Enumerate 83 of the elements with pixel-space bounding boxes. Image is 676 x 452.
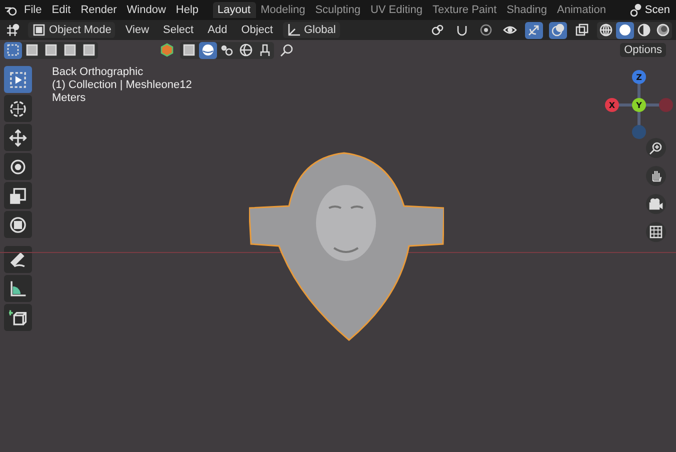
camera-button[interactable] <box>646 194 666 214</box>
gizmo-arrow-icon <box>527 23 541 37</box>
axes-icon <box>286 23 301 37</box>
shading-button[interactable] <box>616 22 634 38</box>
axis-gizmo[interactable]: Z X Y <box>602 68 676 142</box>
menu-item[interactable]: Help <box>172 4 203 16</box>
workspace-tab[interactable]: Animation <box>552 2 611 18</box>
tool-button[interactable] <box>4 182 32 209</box>
header-toggle[interactable] <box>573 22 591 38</box>
square-icon <box>182 43 196 57</box>
scale-icon <box>9 186 27 204</box>
selection-square-icon <box>25 43 39 57</box>
options-dropdown[interactable]: Options <box>620 43 666 57</box>
selection-square-icon <box>63 43 77 57</box>
wireframe-sphere-icon <box>599 23 613 37</box>
filter-button[interactable] <box>237 42 255 58</box>
selection-square-icon <box>82 43 96 57</box>
workspace-tab[interactable]: Shading <box>502 2 552 18</box>
magnet-icon <box>455 23 469 37</box>
color-hexagon-icon <box>160 43 174 57</box>
header-menu[interactable]: Object <box>237 23 277 37</box>
xray-squares-icon <box>575 23 589 37</box>
tool-button[interactable] <box>4 275 32 302</box>
header-toggle[interactable] <box>525 22 543 38</box>
solid-sphere-icon <box>618 23 632 37</box>
globe-icon <box>239 43 253 57</box>
scene-label[interactable]: Scen <box>644 4 670 16</box>
pan-button[interactable] <box>646 166 666 186</box>
grid-icon <box>649 225 663 239</box>
search-icon <box>280 43 294 57</box>
add-cube-icon <box>9 308 27 326</box>
viewport-info-text: (1) Collection | Meshleone12 <box>52 79 192 91</box>
zoom-button[interactable] <box>646 138 666 158</box>
grid-button[interactable] <box>646 222 666 242</box>
selection-mode-button[interactable] <box>4 42 22 58</box>
tool-button[interactable] <box>4 246 32 273</box>
tool-button[interactable] <box>4 304 32 331</box>
shading-button[interactable] <box>654 22 672 38</box>
viewport-info-text: Meters <box>52 92 86 104</box>
header-menu[interactable]: Select <box>159 23 198 37</box>
object-square-icon <box>32 23 46 37</box>
header-menu[interactable]: Add <box>204 23 232 37</box>
material-sphere-icon <box>637 23 651 37</box>
rendered-sphere-icon <box>656 23 670 37</box>
camera-icon <box>649 197 663 211</box>
menu-item[interactable]: File <box>20 4 46 16</box>
half-sphere-icon <box>201 43 215 57</box>
pencil-icon <box>9 250 27 268</box>
editor-type-icon <box>4 23 22 37</box>
workspace-tab[interactable]: UV Editing <box>365 2 428 18</box>
mode-dropdown[interactable]: Object Mode <box>28 22 116 38</box>
shading-button[interactable] <box>597 22 615 38</box>
dots-icon <box>220 43 234 57</box>
header-menu[interactable]: View <box>121 23 154 37</box>
selection-square-icon <box>6 43 20 57</box>
workspace-tab[interactable]: Layout <box>212 2 256 18</box>
workspace-tab[interactable]: Sculpting <box>310 2 366 18</box>
tool-button[interactable] <box>4 66 32 93</box>
link-rings-icon <box>431 23 445 37</box>
zoom-icon <box>649 141 663 155</box>
filter-button[interactable] <box>199 42 217 58</box>
tool-button[interactable] <box>4 211 32 238</box>
selection-square-icon <box>44 43 58 57</box>
tool-button[interactable] <box>4 95 32 122</box>
header-toggle[interactable] <box>549 22 567 38</box>
menu-item[interactable]: Window <box>122 4 170 16</box>
shading-button[interactable] <box>635 22 653 38</box>
tool-button[interactable] <box>4 124 32 151</box>
overlay-circles-icon <box>551 23 565 37</box>
menu-item[interactable]: Render <box>76 4 121 16</box>
rotate-icon <box>9 158 27 176</box>
cursor-icon <box>9 100 27 118</box>
workspace-tab[interactable]: Texture Paint <box>427 2 502 18</box>
viewport-info-text: Back Orthographic <box>52 66 144 78</box>
select-box-icon <box>9 70 27 88</box>
workspace-tab[interactable]: Modeling <box>256 2 310 18</box>
target-dot-icon <box>479 23 493 37</box>
ruler-icon <box>9 280 27 298</box>
menu-item[interactable]: Edit <box>48 4 75 16</box>
orientation-dropdown[interactable]: Global <box>282 22 340 38</box>
move-icon <box>9 128 27 146</box>
tool-button[interactable] <box>4 153 32 180</box>
transform-icon <box>9 216 27 234</box>
